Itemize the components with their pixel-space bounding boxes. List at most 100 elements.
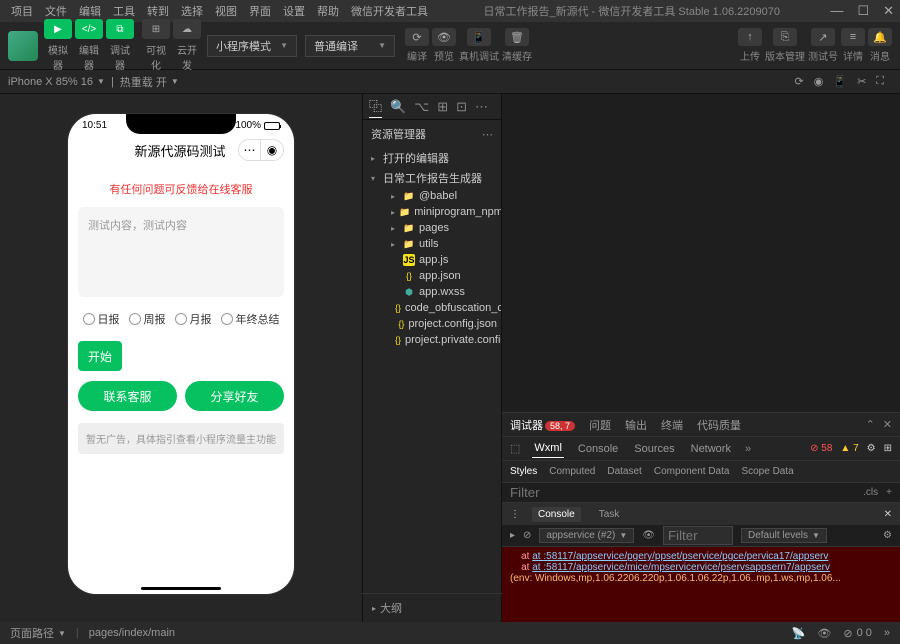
more-tabs-icon[interactable]: »: [745, 443, 751, 455]
content-textarea[interactable]: 测试内容，测试内容: [78, 207, 284, 297]
device-icon[interactable]: 📱: [833, 75, 847, 88]
drawer-console[interactable]: Console: [532, 507, 581, 522]
ext2-icon[interactable]: ⊡: [456, 99, 467, 115]
cls-toggle[interactable]: .cls: [863, 487, 878, 498]
broadcast-icon[interactable]: 📡: [792, 627, 806, 640]
tab-dataset[interactable]: Dataset: [607, 466, 641, 477]
console-gear-icon[interactable]: ⚙: [883, 530, 892, 541]
menu-settings[interactable]: 设置: [278, 1, 310, 21]
menu-tools[interactable]: 工具: [108, 1, 140, 21]
upload-button[interactable]: ↑: [738, 28, 762, 46]
tree-item[interactable]: {}project.config.json: [363, 316, 501, 332]
cloud-button[interactable]: ☁: [173, 19, 201, 39]
tree-item[interactable]: ⬢app.wxss: [363, 284, 501, 300]
tree-item[interactable]: {}project.private.config.js...: [363, 332, 501, 348]
context-select[interactable]: appservice (#2)▼: [539, 528, 634, 543]
share-button[interactable]: 分享好友: [185, 381, 284, 411]
tab-codequality[interactable]: 代码质量: [697, 414, 741, 436]
gear-icon[interactable]: ⚙: [867, 443, 876, 454]
inspect-icon[interactable]: ⬚: [510, 442, 520, 455]
tab-network[interactable]: Network: [689, 440, 733, 458]
tree-item[interactable]: ▸📁@babel: [363, 188, 501, 204]
expand-icon[interactable]: ⛶: [876, 75, 884, 88]
page-path-value[interactable]: pages/index/main: [89, 627, 175, 639]
tab-output[interactable]: 输出: [625, 414, 647, 436]
cut-icon[interactable]: ✂: [857, 75, 866, 88]
error-count[interactable]: ⊘ 58: [810, 443, 832, 454]
preview-button[interactable]: 👁: [432, 28, 456, 46]
tab-componentdata[interactable]: Component Data: [654, 466, 730, 477]
tree-item[interactable]: {}code_obfuscation_conf...: [363, 300, 501, 316]
tree-item[interactable]: ▸📁pages: [363, 220, 501, 236]
ext1-icon[interactable]: ⊞: [437, 99, 448, 115]
menu-goto[interactable]: 转到: [142, 1, 174, 21]
remote-debug-button[interactable]: 📱: [467, 28, 491, 46]
add-style-icon[interactable]: +: [886, 487, 892, 498]
contact-button[interactable]: 联系客服: [78, 381, 177, 411]
tab-scopedata[interactable]: Scope Data: [741, 466, 793, 477]
test-button[interactable]: ↗: [811, 28, 835, 46]
capsule-menu-icon[interactable]: ⋯: [239, 140, 261, 160]
tab-debugger[interactable]: 调试器58, 7: [510, 414, 575, 436]
eye-icon[interactable]: 👁: [642, 530, 655, 541]
search-icon[interactable]: 🔍: [390, 99, 406, 115]
menu-interface[interactable]: 界面: [244, 1, 276, 21]
hotreload-select[interactable]: 热重载 开 ▼: [120, 74, 179, 90]
more-status-icon[interactable]: »: [884, 627, 890, 640]
git-icon[interactable]: ⌥: [414, 99, 429, 115]
tab-styles[interactable]: Styles: [510, 466, 537, 477]
menu-project[interactable]: 项目: [6, 1, 38, 21]
menu-select[interactable]: 选择: [176, 1, 208, 21]
tree-item[interactable]: ▸📁utils: [363, 236, 501, 252]
tree-item[interactable]: ▸📁miniprogram_npm: [363, 204, 501, 220]
messages-button[interactable]: 🔔: [868, 28, 892, 46]
tree-item[interactable]: JSapp.js: [363, 252, 501, 268]
page-path[interactable]: 页面路径▼: [10, 625, 66, 641]
project-root[interactable]: ▾日常工作报告生成器: [363, 168, 501, 188]
files-icon[interactable]: ⿻: [369, 96, 382, 118]
editor-button[interactable]: </>: [75, 19, 103, 39]
radio-daily[interactable]: 日报: [83, 311, 120, 327]
radio-monthly[interactable]: 月报: [175, 311, 212, 327]
outline-section[interactable]: ▸大纲: [362, 593, 502, 622]
compile-dropdown[interactable]: 普通编译▼: [305, 35, 395, 57]
menu-view[interactable]: 视图: [210, 1, 242, 21]
eye-status-icon[interactable]: 👁: [817, 627, 831, 640]
version-button[interactable]: ⎘: [773, 28, 797, 46]
console-filter-input[interactable]: [663, 526, 733, 545]
radio-weekly[interactable]: 周报: [129, 311, 166, 327]
radio-yearly[interactable]: 年终总结: [221, 311, 280, 327]
debugger-button[interactable]: ⧉: [106, 19, 134, 39]
drawer-close-icon[interactable]: ✕: [884, 509, 892, 520]
minimize-button[interactable]: —: [830, 3, 843, 19]
simulator-button[interactable]: ▶: [44, 19, 72, 39]
tab-wxml[interactable]: Wxml: [532, 439, 564, 458]
close-button[interactable]: ✕: [883, 3, 894, 19]
panel-close-icon[interactable]: ✕: [883, 418, 892, 431]
ext3-icon[interactable]: ⋯: [475, 99, 488, 115]
console-clear-icon[interactable]: ⊘: [523, 530, 531, 541]
menu-edit[interactable]: 编辑: [74, 1, 106, 21]
compile-button[interactable]: ⟳: [405, 28, 429, 46]
device-select[interactable]: iPhone X 85% 16 ▼: [8, 76, 105, 88]
tree-item[interactable]: {}app.json: [363, 268, 501, 284]
tab-problems[interactable]: 问题: [589, 414, 611, 436]
drawer-toggle-icon[interactable]: ⋮: [510, 509, 520, 520]
tab-sources[interactable]: Sources: [632, 440, 676, 458]
record-icon[interactable]: ◉: [814, 75, 824, 88]
console-sidebar-icon[interactable]: ▸: [510, 530, 515, 541]
tab-computed[interactable]: Computed: [549, 466, 595, 477]
drawer-task[interactable]: Task: [593, 507, 626, 522]
levels-select[interactable]: Default levels▼: [741, 528, 827, 543]
menu-help[interactable]: 帮助: [312, 1, 344, 21]
open-editors[interactable]: ▸打开的编辑器: [363, 148, 501, 168]
mode-dropdown[interactable]: 小程序模式▼: [207, 35, 297, 57]
menu-wechat-devtools[interactable]: 微信开发者工具: [346, 1, 433, 21]
start-button[interactable]: 开始: [78, 341, 122, 371]
explorer-menu-icon[interactable]: ⋯: [482, 128, 493, 141]
menu-file[interactable]: 文件: [40, 1, 72, 21]
capsule-close-icon[interactable]: ◉: [261, 140, 283, 160]
warning-count[interactable]: ▲ 7: [840, 443, 858, 454]
styles-filter-input[interactable]: [510, 485, 863, 500]
dock-icon[interactable]: ⊞: [884, 443, 892, 454]
